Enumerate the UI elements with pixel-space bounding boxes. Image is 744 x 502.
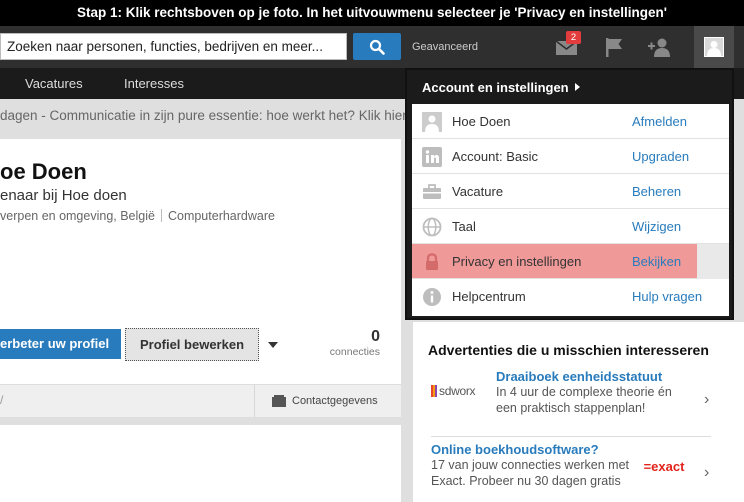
sdworx-logo[interactable]: sdworx (431, 371, 487, 411)
messages-badge: 2 (566, 31, 581, 44)
news-ticker[interactable]: dagen - Communicatie in zijn pure essent… (0, 104, 405, 128)
contact-card-icon (272, 395, 286, 407)
advanced-search-link[interactable]: Geavanceerd (412, 41, 478, 53)
highlight-edge (697, 244, 729, 279)
footer-divider (254, 385, 255, 418)
ad-title[interactable]: Draaiboek eenheidsstatuut (496, 369, 696, 384)
ad-item[interactable]: Online boekhoudsoftware? 17 van jouw con… (431, 442, 631, 489)
ad-title[interactable]: Online boekhoudsoftware? (431, 442, 631, 457)
meta-divider (160, 209, 162, 222)
contact-label: Contactgegevens (292, 395, 378, 407)
content-section (0, 425, 401, 502)
connections-label: connecties (329, 346, 380, 358)
profile-name: oe Doen (0, 159, 87, 184)
improve-profile-button[interactable]: erbeter uw profiel (0, 329, 121, 359)
dropdown-header[interactable]: Account en instellingen (422, 80, 580, 95)
profile-headline: enaar bij Hoe doen (0, 187, 127, 204)
nav-item-vacatures[interactable]: Vacatures (25, 76, 83, 91)
edit-profile-button[interactable]: Profiel bewerken (125, 328, 259, 361)
profile-card: oe Doen enaar bij Hoe doen verpen en omg… (0, 139, 401, 418)
ad-item[interactable]: Draaiboek eenheidsstatuut In 4 uur de co… (496, 369, 696, 416)
ads-title: Advertenties die u misschien interessere… (428, 342, 709, 358)
instruction-banner: Stap 1: Klik rechtsboven op je foto. In … (0, 0, 744, 26)
linkedin-icon (422, 147, 442, 167)
chevron-down-icon[interactable] (268, 342, 278, 348)
dropdown-item-privacy[interactable]: Privacy en instellingen Bekijken (412, 244, 729, 279)
profile-meta: verpen en omgeving, België Computerhardwa… (0, 209, 275, 223)
signout-link[interactable]: Afmelden (632, 114, 687, 129)
user-photo-icon (422, 112, 442, 132)
account-dropdown: Account en instellingen Hoe Doen Afmelde… (405, 68, 734, 320)
connections-count: 0 (371, 328, 380, 345)
nav-item-interesses[interactable]: Interesses (124, 76, 184, 91)
flag-icon[interactable] (602, 36, 626, 58)
dropdown-item-help[interactable]: Helpcentrum Hulp vragen (412, 279, 729, 316)
dropdown-item-label: Account: Basic (452, 149, 538, 164)
dropdown-item-label: Privacy en instellingen (452, 254, 582, 269)
dropdown-item-jobs[interactable]: Vacature Beheren (412, 174, 729, 209)
contact-info-button[interactable]: Contactgegevens (272, 395, 378, 407)
change-language-link[interactable]: Wijzigen (632, 219, 681, 234)
footer-left-text: / (0, 393, 4, 407)
ads-panel: Advertenties die u misschien interessere… (413, 322, 744, 502)
dropdown-header-label: Account en instellingen (422, 80, 569, 95)
profile-location[interactable]: verpen en omgeving, België (0, 209, 155, 223)
dropdown-item-label: Hoe Doen (452, 114, 511, 129)
view-privacy-link[interactable]: Bekijken (632, 254, 681, 269)
dropdown-item-label: Vacature (452, 184, 504, 199)
ad-text: 17 van jouw connecties werken met Exact.… (431, 458, 630, 488)
manage-link[interactable]: Beheren (632, 184, 681, 199)
dropdown-item-label: Helpcentrum (452, 289, 526, 304)
dropdown-list: Hoe Doen Afmelden Account: Basic Upgrade… (412, 104, 729, 316)
exact-logo[interactable]: =exact (638, 452, 690, 482)
lock-icon (426, 253, 438, 270)
profile-industry[interactable]: Computerhardware (168, 209, 275, 223)
dropdown-item-profile[interactable]: Hoe Doen Afmelden (412, 104, 729, 139)
profile-card-footer: / Contactgegevens (0, 384, 401, 418)
profile-photo-button[interactable] (694, 26, 734, 68)
avatar (704, 37, 724, 57)
chevron-right-icon[interactable]: › (704, 391, 709, 409)
dropdown-item-account[interactable]: Account: Basic Upgraden (412, 139, 729, 174)
search-icon (369, 39, 385, 55)
chevron-right-icon[interactable]: › (704, 464, 709, 482)
ad-text: In 4 uur de complexe theorie én een prak… (496, 385, 672, 415)
dropdown-item-label: Taal (452, 219, 476, 234)
top-bar: Zoeken naar personen, functies, bedrijve… (0, 26, 744, 68)
search-input[interactable]: Zoeken naar personen, functies, bedrijve… (0, 33, 347, 60)
chevron-right-icon (574, 83, 580, 91)
help-link[interactable]: Hulp vragen (632, 289, 702, 304)
briefcase-icon (423, 184, 441, 199)
add-connection-icon[interactable] (647, 36, 671, 58)
upgrade-link[interactable]: Upgraden (632, 149, 689, 164)
info-icon (423, 288, 441, 306)
ad-divider (431, 436, 711, 437)
dropdown-item-language[interactable]: Taal Wijzigen (412, 209, 729, 244)
search-button[interactable] (353, 33, 401, 60)
globe-icon (422, 217, 442, 237)
